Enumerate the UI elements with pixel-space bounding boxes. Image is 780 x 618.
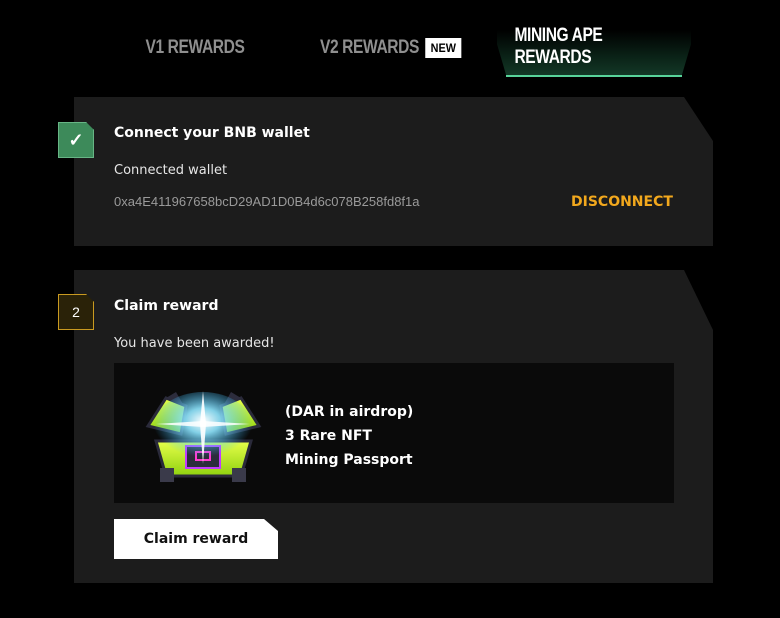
treasure-chest-icon [145,391,262,482]
reward-details: (DAR in airdrop) 3 Rare NFT Mining Passp… [285,400,413,472]
tab-v2-rewards[interactable]: V2 REWARDS NEW [316,30,464,66]
new-badge: NEW [425,38,462,58]
claim-reward-button[interactable]: Claim reward [114,519,278,559]
tab-v2-label: V2 REWARDS [320,37,419,58]
tab-v1-rewards[interactable]: V1 REWARDS [125,30,264,66]
tab-mining-ape-rewards[interactable]: MINING APE REWARDS [514,25,673,68]
tab-mining-label: MINING APE REWARDS [514,25,603,68]
tab-v1-label: V1 REWARDS [145,37,245,58]
step-2-badge: 2 [58,294,94,330]
rewards-page: V1 REWARDS V2 REWARDS NEW MINING APE REW… [0,0,780,618]
connect-wallet-title: Connect your BNB wallet [114,125,310,141]
reward-line-dar: (DAR in airdrop) [285,404,414,420]
awarded-label: You have been awarded! [114,336,275,351]
reward-line-nft: 3 Rare NFT [285,428,372,444]
claim-reward-title: Claim reward [114,298,219,314]
step-1-badge: ✓ [58,122,94,158]
check-icon: ✓ [68,129,84,150]
reward-line-passport: Mining Passport [285,452,413,468]
wallet-address: 0xa4E411967658bcD29AD1D0B4d6c078B258fd8f… [114,194,420,209]
connected-wallet-label: Connected wallet [114,163,228,178]
step-2-number: 2 [72,304,80,320]
claim-reward-button-label: Claim reward [143,531,249,547]
disconnect-button[interactable]: DISCONNECT [571,194,673,210]
active-tab-underline [506,75,682,77]
